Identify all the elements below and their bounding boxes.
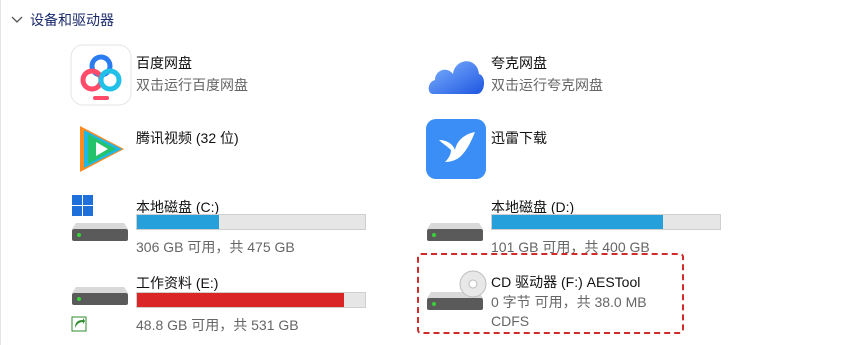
item-name: 迅雷下载 bbox=[491, 130, 547, 146]
disk-usage-bar bbox=[491, 214, 721, 230]
item-name: 百度网盘 bbox=[136, 55, 192, 71]
windows-drive-icon bbox=[72, 195, 128, 241]
item-capacity: 48.8 GB 可用，共 531 GB bbox=[136, 317, 299, 333]
selection-highlight bbox=[417, 253, 684, 334]
quark-netdisk-icon bbox=[428, 61, 485, 94]
disk-usage-fill bbox=[492, 215, 663, 229]
item-name: 工作资料 (E:) bbox=[136, 275, 219, 291]
item-name: 腾讯视频 (32 位) bbox=[136, 130, 239, 146]
item-xunlei[interactable]: 迅雷下载 bbox=[425, 118, 755, 179]
item-description: 双击运行百度网盘 bbox=[136, 77, 248, 93]
item-disk-c[interactable]: 本地磁盘 (C:) 306 GB 可用，共 475 GB bbox=[70, 193, 400, 255]
item-disk-d[interactable]: 本地磁盘 (D:) 101 GB 可用，共 400 GB bbox=[425, 193, 755, 255]
section-title: 设备和驱动器 bbox=[30, 12, 114, 28]
disk-usage-fill bbox=[137, 215, 220, 229]
network-drive-icon bbox=[71, 287, 128, 332]
chevron-down-icon[interactable] bbox=[10, 13, 24, 27]
disk-usage-fill bbox=[137, 293, 345, 307]
item-tencent-video[interactable]: 腾讯视频 (32 位) bbox=[70, 118, 400, 178]
drive-icon bbox=[427, 223, 483, 241]
disk-usage-bar bbox=[136, 214, 366, 230]
section-header[interactable]: 设备和驱动器 bbox=[10, 10, 114, 30]
baidu-netdisk-icon bbox=[70, 44, 132, 106]
item-quark-netdisk[interactable]: 夸克网盘 双击运行夸克网盘 bbox=[425, 44, 755, 104]
tencent-video-icon bbox=[80, 126, 124, 172]
item-capacity: 306 GB 可用，共 475 GB bbox=[136, 239, 295, 255]
xunlei-icon bbox=[426, 119, 486, 179]
item-disk-e[interactable]: 工作资料 (E:) 48.8 GB 可用，共 531 GB bbox=[70, 271, 400, 333]
item-baidu-netdisk[interactable]: 百度网盘 双击运行百度网盘 bbox=[70, 44, 400, 106]
item-name: 夸克网盘 bbox=[491, 55, 547, 71]
pane-left-border bbox=[0, 0, 1, 345]
disk-usage-bar bbox=[136, 292, 366, 308]
item-description: 双击运行夸克网盘 bbox=[491, 77, 603, 93]
